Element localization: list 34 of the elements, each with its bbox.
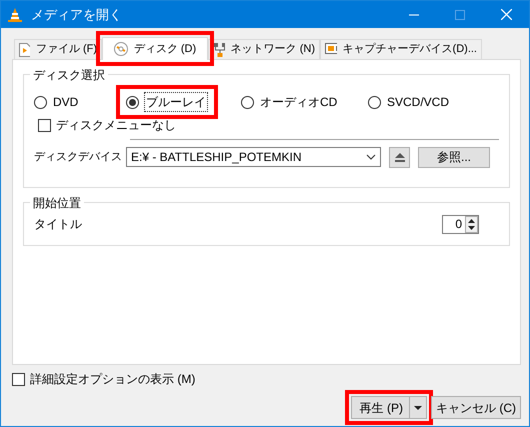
checkbox-label: 詳細設定オプションの表示 (M)	[30, 371, 196, 388]
radio-label: オーディオCD	[259, 94, 338, 111]
cone-icon	[7, 6, 23, 22]
radio-button[interactable]	[126, 96, 139, 108]
tab[interactable]: ファイル (F)	[14, 39, 102, 59]
browse-button[interactable]: 参照...	[418, 146, 490, 168]
tab[interactable]: キャプチャーデバイス(D)...	[320, 39, 482, 59]
radio-label: ブルーレイ	[144, 92, 208, 112]
capture-card-icon	[325, 43, 337, 56]
group-title: ディスク選択	[30, 66, 108, 84]
radio-label: SVCD/VCD	[386, 94, 450, 111]
group-title: 開始位置	[30, 194, 84, 212]
dropdown-arrow-icon	[414, 406, 422, 410]
radio-button[interactable]	[34, 96, 47, 108]
window-title: メディアを開く	[31, 6, 122, 24]
device-dropdown[interactable]: E:¥ - BATTLESHIP_POTEMKIN	[126, 147, 381, 167]
checkbox[interactable]	[38, 118, 51, 132]
title-spinbox[interactable]: 0	[442, 214, 479, 234]
eject-icon	[394, 152, 404, 162]
checkbox[interactable]	[12, 372, 25, 386]
checkbox-label: ディスクメニューなし	[56, 117, 176, 134]
file-icon	[19, 42, 30, 56]
chevron-icon	[366, 154, 376, 160]
cancel-button[interactable]: キャンセル (C)	[431, 396, 521, 419]
field-label: タイトル	[34, 216, 82, 233]
field-label: ディスクデバイス	[34, 150, 123, 165]
network-icon	[213, 42, 225, 56]
radio-button[interactable]	[241, 96, 254, 108]
eject-button[interactable]	[389, 146, 410, 168]
spin-arrows-icon	[465, 216, 478, 232]
tab[interactable]: ネットワーク (N)	[208, 39, 320, 59]
radio-label: DVD	[52, 94, 80, 111]
disc-icon	[114, 42, 128, 56]
radio-button[interactable]	[368, 96, 381, 108]
